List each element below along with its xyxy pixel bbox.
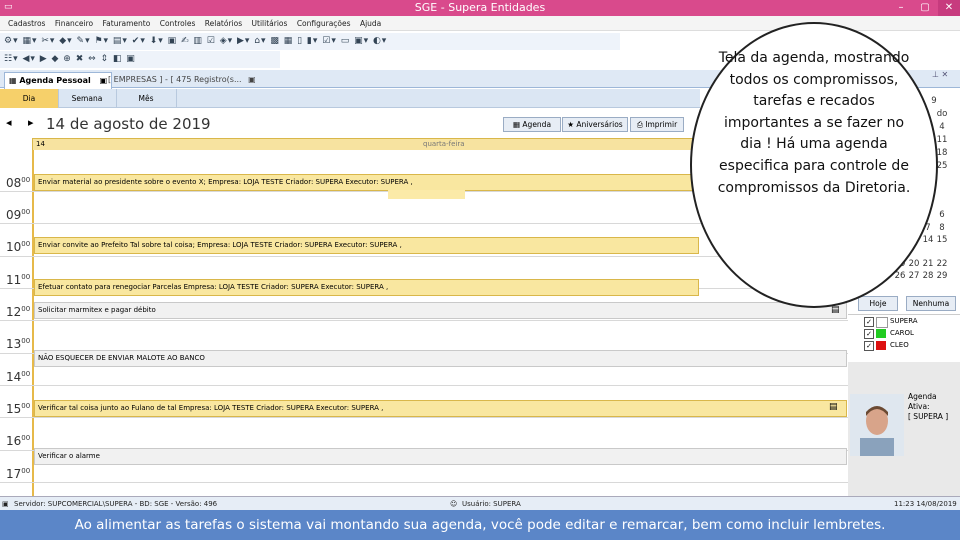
day-number: 14: [36, 140, 45, 148]
current-date-title: 14 de agosto de 2019: [46, 115, 211, 133]
user-checkbox[interactable]: ✓: [864, 329, 874, 339]
user-avatar: [850, 394, 904, 456]
menu-utilitarios[interactable]: Utilitários: [252, 16, 288, 31]
calendar-day[interactable]: 29: [936, 271, 948, 281]
clipboard-icon[interactable]: ▤: [829, 402, 838, 412]
tab-dia[interactable]: Dia: [0, 89, 59, 108]
clock: 11:23 14/08/2019: [894, 500, 957, 508]
calendar-day[interactable]: 6: [936, 210, 948, 220]
none-button[interactable]: Nenhuma: [906, 296, 956, 311]
calendar-day[interactable]: 4: [936, 122, 948, 132]
hour-label: 1200: [6, 305, 31, 319]
calendar-icon: ▦: [9, 76, 17, 85]
appointment-item[interactable]: Enviar material ao presidente sobre o ev…: [34, 174, 699, 191]
tab-semana[interactable]: Semana: [58, 89, 117, 108]
calendar-day[interactable]: 11: [936, 135, 948, 145]
note-icon[interactable]: ▤: [831, 305, 840, 315]
agenda-button[interactable]: ▦ Agenda: [503, 117, 561, 132]
pin-icon[interactable]: ⊥ ✕: [932, 70, 948, 79]
calendar-day[interactable]: 28: [922, 271, 934, 281]
appointment-item[interactable]: NÃO ESQUECER DE ENVIAR MALOTE AO BANCO: [34, 350, 847, 367]
close-icon[interactable]: ✕: [938, 0, 960, 16]
hour-divider: [0, 320, 848, 321]
maximize-icon[interactable]: ▢: [914, 0, 936, 16]
user-checkbox[interactable]: ✓: [864, 341, 874, 351]
appointment-item[interactable]: Verificar o alarme: [34, 448, 847, 465]
aniversarios-button[interactable]: ★ Aniversários: [562, 117, 628, 132]
calendar-day[interactable]: 26: [894, 271, 906, 281]
server-status: Servidor: SUPCOMERCIAL\SUPERA - BD: SGE …: [14, 500, 218, 508]
user-checkbox[interactable]: ✓: [864, 317, 874, 327]
user-panel: Agenda Ativa: [ SUPERA ]: [848, 362, 960, 496]
calendar-day[interactable]: 9: [928, 96, 940, 106]
calendar-day[interactable]: 15: [936, 235, 948, 245]
user-name: SUPERA: [890, 317, 918, 325]
user-icon: ☺: [450, 500, 458, 508]
appointment-item[interactable]: Efetuar contato para renegociar Parcelas…: [34, 279, 699, 296]
menu-ajuda[interactable]: Ajuda: [360, 16, 381, 31]
hour-label: 1600: [6, 434, 31, 448]
title-bar: ▭ SGE - Supera Entidades – ▢ ✕: [0, 0, 960, 16]
calendar-day[interactable]: 27: [908, 271, 920, 281]
printer-icon: ⎙: [636, 120, 643, 129]
menu-financeiro[interactable]: Financeiro: [55, 16, 93, 31]
callout-text: Tela da agenda, mostrando todos os compr…: [717, 50, 911, 196]
secondary-toolbar[interactable]: ☷▾ ◀▾ ▶ ◆ ⊕ ✖ ⇔ ⇕ ◧ ▣: [0, 51, 280, 68]
imprimir-button[interactable]: ⎙ Imprimir: [630, 117, 684, 132]
appointment-highlight: [388, 190, 465, 199]
tab-agenda-pessoal[interactable]: ▦ Agenda Pessoal ▣: [4, 72, 113, 89]
hour-divider: [0, 417, 848, 418]
hour-divider: [0, 482, 848, 483]
hour-label: 1300: [6, 337, 31, 351]
divider: [848, 314, 960, 315]
star-icon: ★: [567, 120, 575, 129]
user-status: Usuário: SUPERA: [462, 500, 521, 508]
user-name: CLEO: [890, 341, 909, 349]
menu-cadastros[interactable]: Cadastros: [8, 16, 45, 31]
minimize-icon[interactable]: –: [890, 0, 912, 16]
hour-label: 1100: [6, 273, 31, 287]
menu-faturamento[interactable]: Faturamento: [103, 16, 151, 31]
menu-controles[interactable]: Controles: [160, 16, 196, 31]
hour-label: 1700: [6, 467, 31, 481]
menu-configuracoes[interactable]: Configurações: [297, 16, 351, 31]
date-header: ◂ ▸ 14 de agosto de 2019 ▦ Agenda ★ Aniv…: [0, 110, 700, 138]
user-name: CAROL: [890, 329, 914, 337]
weekday-label: quarta-feira: [423, 140, 465, 148]
user-color-swatch: [876, 329, 886, 338]
calendar-day[interactable]: 8: [936, 223, 948, 233]
tab-close-icon[interactable]: ▣: [248, 75, 256, 84]
view-tabs: Dia Semana Mês: [0, 89, 700, 108]
agenda-active-info: Agenda Ativa: [ SUPERA ]: [908, 392, 949, 421]
user-filter-list: ✓ SUPERA ✓ CAROL ✓ CLEO: [852, 317, 960, 353]
calendar-day[interactable]: 21: [922, 259, 934, 269]
server-icon: ▣: [2, 500, 9, 508]
main-toolbar[interactable]: ⚙▾ ▦▾ ✂▾ ◆▾ ✎▾ ⚑▾ ▤▾ ✔▾ ⬇▾ ▣ ✍ ▥ ☑ ◈▾ ▶▾…: [0, 33, 620, 50]
tab-mes[interactable]: Mês: [116, 89, 177, 108]
hour-divider: [0, 385, 848, 386]
window-title: SGE - Supera Entidades: [414, 1, 546, 14]
footer-caption: Ao alimentar as tarefas o sistema vai mo…: [0, 510, 960, 540]
hour-label: 1400: [6, 370, 31, 384]
menu-relatorios[interactable]: Relatórios: [205, 16, 242, 31]
user-color-swatch: [876, 341, 886, 350]
status-bar: ▣ Servidor: SUPCOMERCIAL\SUPERA - BD: SG…: [0, 496, 960, 510]
appointment-item[interactable]: Solicitar marmitex e pagar débito: [34, 302, 847, 319]
calendar-day[interactable]: 22: [936, 259, 948, 269]
today-button[interactable]: Hoje: [858, 296, 898, 311]
user-color-swatch: [876, 317, 888, 328]
agenda-icon: ▦: [512, 120, 521, 129]
tab-empresas[interactable]: [ EMPRESAS ] - [ 475 Registro(s... ▣: [104, 72, 260, 88]
prev-day-icon[interactable]: ◂: [6, 116, 12, 129]
hour-label: 1500: [6, 402, 31, 416]
appointment-item[interactable]: Enviar convite ao Prefeito Tal sobre tal…: [34, 237, 699, 254]
hour-label: 0800: [6, 176, 31, 190]
appointment-item[interactable]: Verificar tal coisa junto ao Fulano de t…: [34, 400, 847, 417]
next-day-icon[interactable]: ▸: [28, 116, 34, 129]
calendar-day[interactable]: 20: [908, 259, 920, 269]
hour-label: 0900: [6, 208, 31, 222]
calendar-day[interactable]: do: [936, 109, 948, 119]
hour-label: 1000: [6, 240, 31, 254]
calendar-day[interactable]: 14: [922, 235, 934, 245]
